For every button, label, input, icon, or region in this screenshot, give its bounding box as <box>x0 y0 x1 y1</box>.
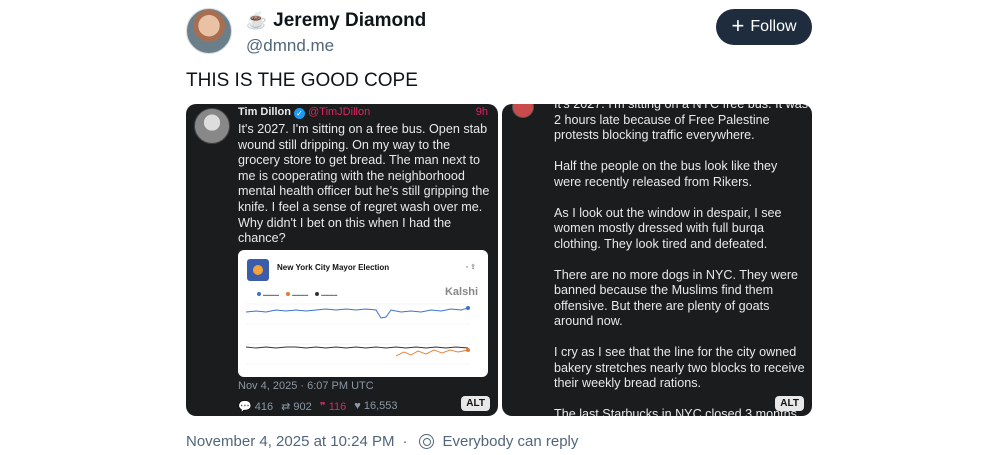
embed-avatar-right <box>512 104 534 118</box>
chart-legend: ▬▬▬▬ ▬▬▬▬ ▬▬▬▬ <box>251 292 337 297</box>
like-stat: ♥ 16,553 <box>354 400 398 412</box>
paragraph: It's 2027. I'm sitting on a NYC free bus… <box>554 104 808 142</box>
retweet-stat: ⇄ 902 <box>281 401 312 413</box>
reply-settings-icon <box>419 434 435 449</box>
line-series-orange <box>395 349 469 357</box>
follow-button[interactable]: + Follow <box>716 9 812 45</box>
image-right[interactable]: It's 2027. I'm sitting on a NYC free bus… <box>502 104 812 416</box>
quote-stat: ❞ 116 <box>319 401 347 413</box>
embed-avatar <box>194 108 230 144</box>
coffee-icon: ☕ <box>246 11 268 30</box>
post-timestamp[interactable]: November 4, 2025 at 10:24 PM <box>186 433 394 450</box>
legend-dot-dark <box>315 292 320 296</box>
post-footer: November 4, 2025 at 10:24 PM · Everybody… <box>186 433 578 450</box>
kalshi-logo: Kalshi <box>444 286 478 298</box>
line-series-blue <box>246 307 469 319</box>
line-series-dark <box>246 346 469 349</box>
post-text: THIS IS THE GOOD COPE <box>186 70 418 91</box>
embed-date: Nov 4, 2025 · 6:07 PM UTC <box>238 380 374 392</box>
embed-body-right: It's 2027. I'm sitting on a NYC free bus… <box>554 104 808 416</box>
chart-plot <box>246 303 470 365</box>
author-name[interactable]: Jeremy Diamond <box>273 10 426 32</box>
follow-label: Follow <box>750 18 797 35</box>
embed-time: 9h <box>475 106 488 118</box>
post: ☕ Jeremy Diamond @dmnd.me + Follow THIS … <box>186 0 812 455</box>
image-left[interactable]: Tim Dillon ✓ @TimJDillon 9h It's 2027. I… <box>186 104 498 416</box>
media-gallery: Tim Dillon ✓ @TimJDillon 9h It's 2027. I… <box>186 104 812 416</box>
embed-header: Tim Dillon ✓ @TimJDillon <box>238 106 370 119</box>
paragraph: The last Starbucks in NYC closed 3 month… <box>554 407 797 416</box>
verified-icon: ✓ <box>294 108 306 119</box>
separator: · <box>402 433 408 450</box>
chart-title: New York City Mayor Election <box>277 263 390 272</box>
author-row: ☕ Jeremy Diamond <box>246 10 426 32</box>
embed-stats: 💬 416 ⇄ 902 ❞ 116 ♥ 16,553 <box>238 400 398 413</box>
alt-badge-left[interactable]: ALT <box>461 396 490 411</box>
paragraph: As I look out the window in despair, I s… <box>554 205 782 251</box>
plus-icon: + <box>731 13 745 38</box>
paragraph: Half the people on the bus look like the… <box>554 159 778 189</box>
embed-author-name: Tim Dillon <box>238 106 291 118</box>
end-dot-blue <box>466 306 470 310</box>
reply-setting[interactable]: Everybody can reply <box>442 433 578 450</box>
alt-badge-right[interactable]: ALT <box>775 396 804 411</box>
end-dot-orange <box>466 348 470 352</box>
chart-action-icons: ◦ ⇪ <box>465 264 476 271</box>
comment-stat: 💬 416 <box>238 401 274 413</box>
embedded-chart-card: New York City Mayor Election ◦ ⇪ Kalshi … <box>238 250 488 377</box>
legend-dot-orange <box>286 292 291 296</box>
paragraph: There are no more dogs in NYC. They were… <box>554 267 799 329</box>
embed-body: It's 2027. I'm sitting on a free bus. Op… <box>238 122 490 246</box>
author-handle[interactable]: @dmnd.me <box>246 36 334 56</box>
paragraph: I cry as I see that the line for the cit… <box>554 345 805 390</box>
avatar[interactable] <box>186 8 232 54</box>
legend-dot-blue <box>257 292 261 296</box>
embed-author-handle: @TimJDillon <box>308 106 371 118</box>
nyc-flag-icon <box>247 259 269 281</box>
